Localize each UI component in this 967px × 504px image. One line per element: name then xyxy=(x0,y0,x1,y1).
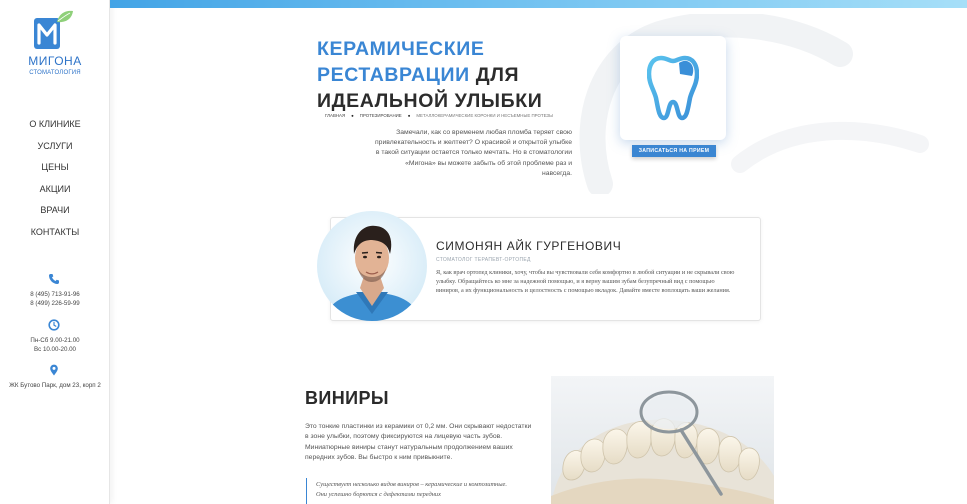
hero-title: КЕРАМИЧЕСКИЕ РЕСТАВРАЦИИ ДЛЯ ИДЕАЛЬНОЙ У… xyxy=(317,36,542,114)
breadcrumb-separator: ● xyxy=(351,113,354,118)
hero-title-line2-rest: ДЛЯ xyxy=(475,64,520,86)
doctor-role: СТОМАТОЛОГ ТЕРАПЕВТ-ОРТОПЕД xyxy=(436,257,531,263)
top-accent-bar xyxy=(110,0,967,8)
doctor-name: СИМОНЯН АЙК ГУРГЕНОВИЧ xyxy=(436,239,622,253)
breadcrumb-home[interactable]: ГЛАВНАЯ xyxy=(325,113,345,118)
phone-1-text[interactable]: 8 (495) 713-91-96 xyxy=(0,291,110,300)
breadcrumb-current: МЕТАЛЛОКЕРАМИЧЕСКИЕ КОРОНКИ И НЕСЪЕМНЫЕ … xyxy=(416,113,553,118)
hero-intro-text: Замечали, как со временем любая пломба т… xyxy=(375,129,572,177)
nav-item-services[interactable]: УСЛУГИ xyxy=(0,140,110,162)
migona-logo-icon[interactable] xyxy=(33,10,75,50)
hero-title-line3: ИДЕАЛЬНОЙ УЛЫБКИ xyxy=(317,90,543,112)
breadcrumb-separator: ● xyxy=(407,113,411,118)
veneers-photo xyxy=(551,376,774,504)
hero-title-line2-accent: РЕСТАВРАЦИИ xyxy=(317,64,470,86)
hours-sunday-text: Вс 10.00-20.00 xyxy=(34,345,76,353)
clock-icon xyxy=(48,319,60,331)
appointment-button[interactable]: ЗАПИСАТЬСЯ НА ПРИЕМ xyxy=(632,145,716,157)
location-pin-icon xyxy=(50,364,58,376)
veneers-quote: Существует несколько видов виниров – кер… xyxy=(306,478,516,504)
address-text: ЖК Бутово Парк, дом 23, корп 2 xyxy=(9,382,101,389)
tooth-card xyxy=(620,36,726,140)
veneers-title: ВИНИРЫ xyxy=(305,388,389,408)
phone-icon xyxy=(49,274,59,284)
doctor-photo xyxy=(317,211,427,321)
phone-2-text[interactable]: 8 (499) 226-59-99 xyxy=(0,300,110,309)
nav-item-doctors[interactable]: ВРАЧИ xyxy=(0,204,110,226)
nav-item-about[interactable]: О КЛИНИКЕ xyxy=(0,118,110,140)
nav-item-prices[interactable]: ЦЕНЫ xyxy=(0,161,110,183)
main-nav: О КЛИНИКЕ УСЛУГИ ЦЕНЫ АКЦИИ ВРАЧИ КОНТАК… xyxy=(0,118,110,247)
hero-title-line1: КЕРАМИЧЕСКИЕ xyxy=(317,38,485,60)
nav-item-contacts[interactable]: КОНТАКТЫ xyxy=(0,226,110,248)
logo-subtitle: СТОМАТОЛОГИЯ xyxy=(29,70,81,76)
sidebar: МИГОНА СТОМАТОЛОГИЯ О КЛИНИКЕ УСЛУГИ ЦЕН… xyxy=(0,0,110,504)
logo-name: МИГОНА xyxy=(28,54,82,68)
nav-item-promotions[interactable]: АКЦИИ xyxy=(0,183,110,205)
breadcrumb-prosthetics[interactable]: ПРОТЕЗИРОВАНИЕ xyxy=(360,113,402,118)
tooth-icon xyxy=(647,55,699,121)
veneers-text: Это тонкие пластинки из керамики от 0,2 … xyxy=(305,423,532,462)
doctor-quote: Я, как врач ортопед клиники, хочу, чтобы… xyxy=(436,269,735,295)
hours-weekdays-text: Пн-Сб 9.00-21.00 xyxy=(30,337,80,344)
breadcrumb: ГЛАВНАЯ ● ПРОТЕЗИРОВАНИЕ ● МЕТАЛЛОКЕРАМИЧЕСК… xyxy=(325,113,553,118)
